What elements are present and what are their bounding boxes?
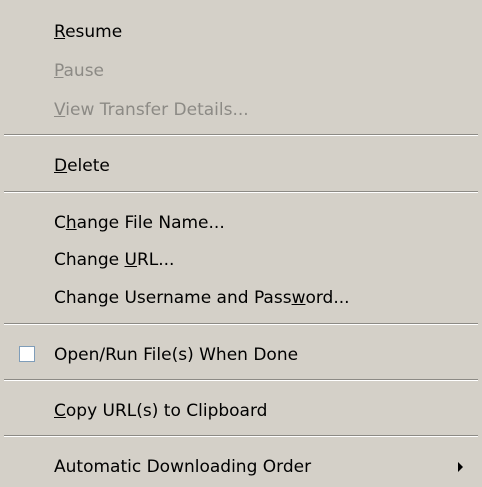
menu-item-resume-label: Resume — [54, 22, 123, 42]
menu-item-open-run-when-done-label: Open/Run File(s) When Done — [54, 345, 299, 365]
menu-item-automatic-downloading-order-label: Automatic Downloading Order — [54, 457, 312, 477]
menu-separator — [4, 134, 478, 136]
menu-item-copy-url-label: Copy URL(s) to Clipboard — [54, 401, 268, 421]
menu-item-pause[interactable]: Pause — [0, 51, 482, 91]
menu-item-copy-url[interactable]: Copy URL(s) to Clipboard — [0, 391, 482, 431]
menu-item-view-transfer-details-label: View Transfer Details... — [54, 100, 249, 120]
submenu-arrow-icon — [458, 462, 463, 472]
menu-item-change-username-password-label: Change Username and Password... — [54, 288, 350, 308]
menu-separator — [4, 191, 478, 193]
menu-item-change-url[interactable]: Change URL... — [0, 240, 482, 280]
menu-item-automatic-downloading-order[interactable]: Automatic Downloading Order — [0, 447, 482, 487]
menu-item-change-file-name-label: Change File Name... — [54, 213, 225, 233]
menu-item-view-transfer-details[interactable]: View Transfer Details... — [0, 90, 482, 130]
menu-item-open-run-when-done[interactable]: Open/Run File(s) When Done — [0, 335, 482, 375]
menu-separator — [4, 379, 478, 381]
context-menu: Resume Pause View Transfer Details... De… — [0, 0, 482, 487]
checkbox-icon[interactable] — [19, 346, 35, 362]
menu-item-pause-label: Pause — [54, 61, 105, 81]
menu-item-resume[interactable]: Resume — [0, 12, 482, 52]
menu-item-change-file-name[interactable]: Change File Name... — [0, 203, 482, 243]
menu-item-change-username-password[interactable]: Change Username and Password... — [0, 278, 482, 318]
menu-separator — [4, 435, 478, 437]
menu-item-delete[interactable]: Delete — [0, 146, 482, 186]
menu-item-change-url-label: Change URL... — [54, 250, 175, 270]
menu-separator — [4, 323, 478, 325]
menu-item-delete-label: Delete — [54, 156, 110, 176]
